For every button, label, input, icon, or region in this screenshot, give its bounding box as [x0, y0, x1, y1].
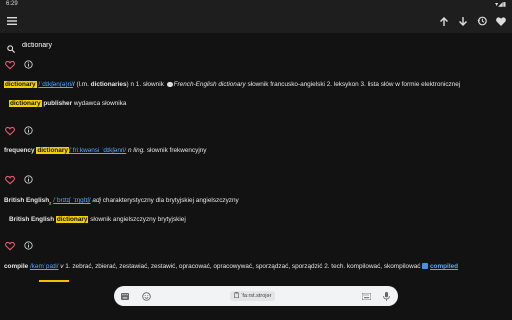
grid-icon[interactable] [120, 291, 130, 301]
pronunciation-link[interactable]: /ˈdɪkʃən(ə)ri/ [38, 81, 73, 88]
definition-text: wydawca słownika [72, 100, 127, 107]
headword-highlight[interactable]: dictionary [9, 100, 42, 107]
mic-icon[interactable] [381, 291, 391, 301]
favorite-heart-icon[interactable] [5, 126, 15, 136]
info-icon[interactable] [24, 126, 33, 135]
favorite-heart-icon[interactable] [5, 175, 15, 185]
menu-icon[interactable] [5, 14, 19, 28]
definition-text: słownik angielszczyzny brytyjskiej [88, 216, 186, 223]
favorite-heart-icon[interactable] [5, 241, 15, 251]
headword-highlight[interactable]: dictionary [36, 147, 69, 154]
keyboard-toolbar: ˈfaːrst.strojər [114, 286, 398, 306]
headword: compile [4, 263, 29, 270]
entry-actions [5, 125, 45, 137]
history-icon[interactable] [475, 14, 489, 28]
status-bar: 6:29 ▾◢▮ [0, 0, 512, 9]
arrow-up-icon[interactable] [437, 14, 451, 28]
entry-line: British English2 /ˈbrɪtɪʃ ˈɪŋɡlɪʃ/ adj c… [4, 196, 239, 207]
favorite-heart-icon[interactable] [5, 60, 15, 70]
search-icon [7, 40, 16, 54]
suggestion-text: ˈfaːrst.strojər [240, 293, 272, 299]
headword: British English [4, 197, 50, 204]
status-icons: ▾◢▮ [495, 2, 506, 8]
entry-actions [5, 174, 45, 186]
keyboard-icon[interactable] [361, 291, 371, 301]
headword-highlight[interactable]: dictionary [4, 81, 37, 88]
search-bar [0, 33, 512, 57]
arrow-down-icon[interactable] [456, 14, 470, 28]
entry-line: compile /kəmˈpaɪl/ v 1. zebrać, zbierać,… [4, 262, 458, 271]
info-icon[interactable] [24, 241, 33, 250]
scroll-indicator [39, 280, 69, 282]
entry-actions [5, 59, 45, 71]
definition-text: ) n 1. słownik [126, 81, 166, 88]
search-input[interactable] [22, 38, 492, 52]
related-form-link[interactable]: compiled [430, 263, 458, 270]
forms-icon [422, 263, 429, 269]
entry-line: dictionary /ˈdɪkʃən(ə)ri// (l.m. diction… [4, 80, 460, 89]
plural-form: dictionaries [90, 81, 127, 88]
headword-highlight[interactable]: dictionary [55, 216, 89, 223]
pronunciation-link[interactable]: /ˈbrɪtɪʃ ˈɪŋɡlɪʃ/ [53, 197, 91, 204]
emoji-icon[interactable] [141, 291, 151, 301]
grammar-note: / (l.m. [72, 81, 91, 88]
entry-line: British English dictionary słownik angie… [9, 215, 186, 224]
definition-text: słownik francusko-angielski 2. leksykon … [245, 81, 461, 88]
homograph-number: 2 [49, 200, 52, 206]
compound-word: frequency [4, 147, 35, 154]
example-phrase: French-English dictionary [173, 81, 246, 88]
speech-bubble-icon [166, 82, 173, 87]
definition-text: 1. zebrać, zbierać, zestawiać, zestawić,… [63, 263, 423, 270]
info-icon[interactable] [24, 175, 33, 184]
definition-text: słownik frekwencyjny [145, 147, 207, 154]
app-toolbar [0, 9, 512, 33]
pronunciation-link[interactable]: /ˈfriːkwənsi ˈdɪkʃənri/ [69, 147, 126, 154]
status-time: 6:29 [6, 1, 18, 7]
pronunciation-link[interactable]: /kəmˈpaɪl/ [30, 263, 59, 270]
info-icon[interactable] [24, 60, 33, 69]
part-of-speech: n ling. [126, 147, 146, 154]
definition-text: charakterystyczny dla brytyjskiej angiel… [100, 197, 239, 204]
part-of-speech: adj [90, 197, 101, 204]
compound-word: British English [9, 216, 55, 223]
entry-line: frequency dictionary/ˈfriːkwənsi ˈdɪkʃən… [4, 146, 207, 155]
compound-word: publisher [43, 100, 73, 107]
keyboard-suggestion[interactable]: ˈfaːrst.strojər [230, 291, 276, 301]
entry-line: dictionary publisher wydawca słownika [9, 99, 126, 108]
heart-icon[interactable] [494, 14, 508, 28]
entry-actions [5, 240, 45, 252]
